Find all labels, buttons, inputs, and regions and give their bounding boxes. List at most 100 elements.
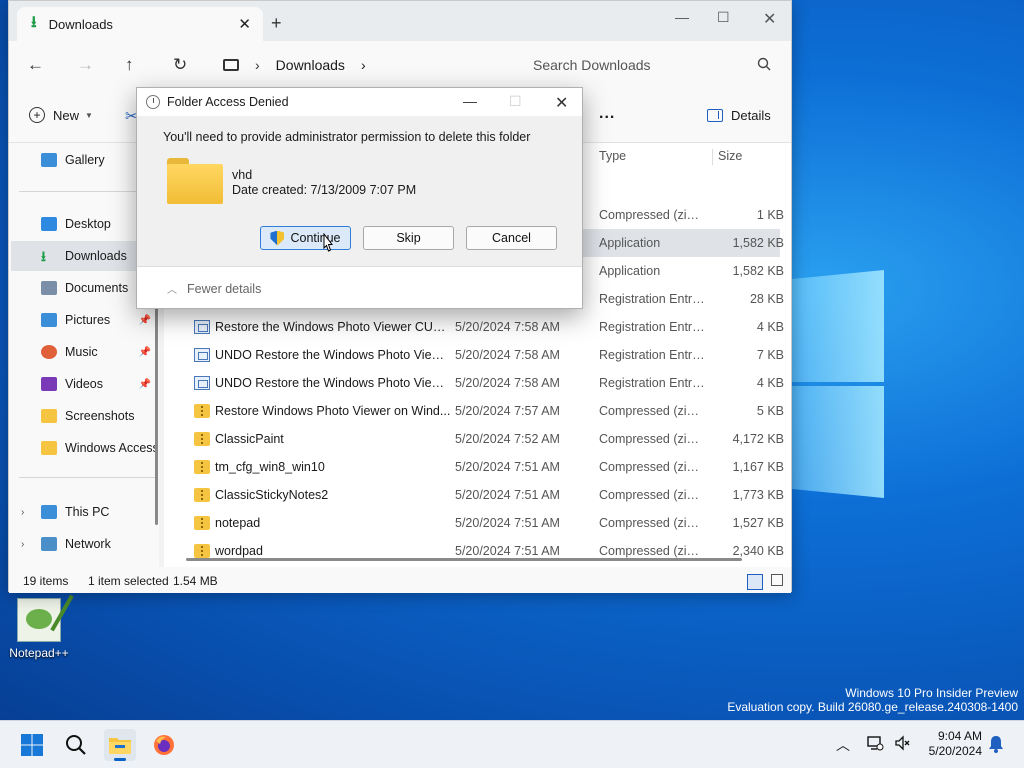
tab-downloads[interactable]: ⭳ Downloads ✕ — [17, 7, 263, 41]
dialog-close-button[interactable]: ✕ — [555, 93, 568, 113]
sidebar-item-music[interactable]: Music 📌 — [11, 337, 157, 367]
minimize-button[interactable]: — — [675, 9, 689, 25]
table-row[interactable]: ClassicPaint 5/20/2024 7:52 AM Compresse… — [172, 425, 784, 453]
column-header-size[interactable]: Size — [718, 149, 742, 163]
continue-button[interactable]: Continue — [260, 226, 351, 250]
file-name: ClassicPaint — [215, 432, 284, 446]
fewer-details-toggle[interactable]: ︿ Fewer details — [167, 281, 261, 297]
table-row[interactable]: UNDO Restore the Windows Photo Viewe... … — [172, 341, 784, 369]
desktop-icon-notepadpp[interactable]: Notepad++ — [6, 598, 72, 660]
cancel-button[interactable]: Cancel — [466, 226, 557, 250]
dialog-minimize-button[interactable]: — — [463, 93, 477, 109]
file-name: tm_cfg_win8_win10 — [215, 460, 325, 474]
sidebar-label: Screenshots — [65, 409, 135, 423]
more-options-button[interactable]: ... — [599, 105, 615, 123]
zip-folder-icon — [194, 460, 210, 474]
music-icon — [41, 345, 57, 359]
details-pane-button[interactable]: Details — [707, 108, 771, 123]
pin-icon[interactable]: 📌 — [139, 347, 151, 358]
pin-icon[interactable]: 📌 — [139, 315, 151, 326]
table-row[interactable]: notepad 5/20/2024 7:51 AM Compressed (zi… — [172, 509, 784, 537]
zip-folder-icon — [194, 488, 210, 502]
up-button[interactable]: ↑ — [125, 55, 134, 75]
system-clock[interactable]: 9:04 AM 5/20/2024 — [920, 729, 982, 759]
maximize-button[interactable]: ☐ — [717, 9, 730, 26]
file-type: Application — [599, 264, 661, 278]
taskbar-search-button[interactable] — [60, 729, 92, 761]
dialog-maximize-button: ☐ — [509, 93, 522, 109]
details-label: Details — [731, 108, 771, 123]
sidebar-item-windows-access[interactable]: Windows Access — [11, 433, 157, 463]
file-type: Registration Entries — [599, 376, 705, 390]
sidebar-label: Pictures — [65, 313, 111, 327]
file-date: 5/20/2024 7:51 AM — [455, 488, 560, 502]
pin-icon[interactable]: 📌 — [139, 379, 151, 390]
forward-button[interactable]: → — [77, 55, 94, 75]
file-type: Compressed (zipp... — [599, 460, 705, 474]
expand-chevron-icon[interactable]: › — [21, 539, 24, 550]
file-date: 5/20/2024 7:52 AM — [455, 432, 560, 446]
sidebar-item-network[interactable]: › Network — [11, 529, 157, 559]
sidebar-item-pictures[interactable]: Pictures 📌 — [11, 305, 157, 335]
sidebar-item-this-pc[interactable]: › This PC — [11, 497, 157, 527]
file-size: 4 KB — [756, 320, 784, 334]
notification-bell-icon[interactable] — [988, 735, 1004, 753]
table-row[interactable]: ClassicStickyNotes2 5/20/2024 7:51 AM Co… — [172, 481, 784, 509]
notepadpp-icon — [17, 598, 61, 642]
address-bar[interactable]: › Downloads › — [213, 49, 513, 81]
sidebar-label: Documents — [65, 281, 129, 295]
show-hidden-icons-chevron[interactable]: ︿ — [836, 735, 850, 755]
chevron-down-icon: ▼ — [85, 110, 93, 120]
dialog-footer: ︿ Fewer details — [137, 266, 582, 308]
mouse-pointer-icon — [323, 233, 334, 252]
sidebar-item-videos[interactable]: Videos 📌 — [11, 369, 157, 399]
sidebar-divider — [19, 191, 155, 192]
clock-icon — [146, 95, 160, 109]
file-date: 5/20/2024 7:58 AM — [455, 320, 560, 334]
zip-folder-icon — [194, 432, 210, 446]
table-row[interactable]: UNDO Restore the Windows Photo Viewe... … — [172, 369, 784, 397]
file-size: 5 KB — [756, 404, 784, 418]
file-date: 5/20/2024 7:51 AM — [455, 516, 560, 530]
refresh-button[interactable]: ↻ — [173, 55, 187, 75]
clock-date: 5/20/2024 — [928, 744, 982, 758]
tiles-view-button[interactable] — [771, 574, 783, 586]
column-separator[interactable] — [712, 149, 713, 165]
search-input[interactable]: Search Downloads — [521, 49, 781, 81]
file-name: UNDO Restore the Windows Photo Viewe... — [215, 348, 451, 362]
table-row[interactable]: tm_cfg_win8_win10 5/20/2024 7:51 AM Comp… — [172, 453, 784, 481]
file-list-horizontal-scrollbar[interactable] — [186, 558, 742, 561]
desktop-icon — [41, 217, 57, 231]
sidebar-label: This PC — [65, 505, 110, 519]
close-tab-icon[interactable]: ✕ — [238, 15, 251, 33]
sidebar-item-screenshots[interactable]: Screenshots — [11, 401, 157, 431]
file-size: 2,340 KB — [732, 544, 784, 558]
skip-button[interactable]: Skip — [363, 226, 454, 250]
item-count: 19 items — [23, 574, 69, 588]
videos-icon — [41, 377, 57, 391]
uac-shield-icon — [270, 230, 285, 246]
file-size: 4,172 KB — [732, 432, 784, 446]
file-name: ClassicStickyNotes2 — [215, 488, 329, 502]
breadcrumb-downloads[interactable]: Downloads — [276, 57, 345, 73]
file-type: Compressed (zipp... — [599, 208, 705, 222]
table-row[interactable]: Restore Windows Photo Viewer on Wind... … — [172, 397, 784, 425]
back-button[interactable]: ← — [27, 55, 44, 75]
file-size: 28 KB — [749, 292, 784, 306]
column-header-type[interactable]: Type — [599, 149, 626, 163]
close-window-button[interactable]: ✕ — [763, 9, 776, 29]
volume-muted-icon[interactable] — [894, 734, 912, 752]
network-icon[interactable] — [866, 734, 884, 752]
table-row[interactable]: Restore the Windows Photo Viewer CURR...… — [172, 313, 784, 341]
taskbar-firefox[interactable] — [148, 729, 180, 761]
new-tab-button[interactable]: + — [271, 13, 282, 34]
taskbar-file-explorer[interactable] — [104, 729, 136, 761]
expand-chevron-icon[interactable]: › — [21, 507, 24, 518]
this-pc-icon — [223, 59, 239, 71]
start-button[interactable] — [16, 729, 48, 761]
breadcrumb-separator-end[interactable]: › — [361, 57, 366, 73]
new-button[interactable]: + New ▼ — [29, 107, 93, 123]
details-view-button[interactable] — [747, 574, 763, 590]
documents-icon — [41, 281, 57, 295]
tab-label: Downloads — [48, 16, 113, 32]
